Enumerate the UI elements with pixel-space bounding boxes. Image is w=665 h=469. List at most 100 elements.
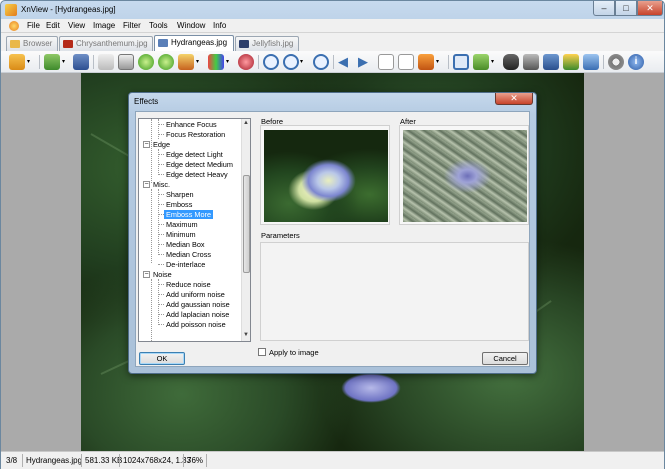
chevron-down-icon[interactable]: ▾ <box>27 54 35 70</box>
tree-group-noise[interactable]: Noise <box>153 270 172 279</box>
scroll-down-icon[interactable]: ▼ <box>243 332 249 338</box>
tree-item[interactable]: Median Box <box>166 240 205 249</box>
status-filename: Hydrangeas.jpg <box>26 456 83 465</box>
tree-item[interactable]: Edge detect Medium <box>166 160 233 169</box>
collapse-toggle[interactable]: − <box>143 271 150 278</box>
zoom-in-icon[interactable] <box>263 54 279 70</box>
print-icon[interactable] <box>523 54 539 70</box>
rotate-left-icon[interactable] <box>138 54 154 70</box>
tree-item[interactable]: Add uniform noise <box>166 290 225 299</box>
menu-filter[interactable]: Filter <box>123 21 141 30</box>
menu-info[interactable]: Info <box>213 21 226 30</box>
chevron-down-icon[interactable]: ▾ <box>436 54 444 70</box>
tree-item[interactable]: Minimum <box>166 230 196 239</box>
dialog-body: Enhance Focus Focus Restoration − Edge E… <box>135 111 530 367</box>
tab-chrysanthemum[interactable]: Chrysanthemum.jpg <box>59 36 153 51</box>
tree-item[interactable]: Median Cross <box>166 250 211 259</box>
crop-icon[interactable] <box>118 54 134 70</box>
first-page-icon[interactable] <box>378 54 394 70</box>
tree-item[interactable]: Edge detect Light <box>166 150 223 159</box>
dialog-close-button[interactable]: ✕ <box>495 93 533 105</box>
tree-scrollbar[interactable]: ▲ ▼ <box>241 119 250 341</box>
collapse-toggle[interactable]: − <box>143 181 150 188</box>
compare-icon[interactable] <box>503 54 519 70</box>
menu-bar: File Edit View Image Filter Tools Window… <box>1 19 664 33</box>
window-title: XnView - [Hydrangeas.jpg] <box>21 5 116 14</box>
status-dimensions: 1024x768x24, 1.33 <box>123 456 192 465</box>
thumbnail-icon <box>63 40 73 48</box>
zoom-icon[interactable] <box>283 54 299 70</box>
status-zoom: 76% <box>187 456 204 465</box>
tab-jellyfish[interactable]: Jellyfish.jpg <box>235 36 299 51</box>
next-icon[interactable]: ▶ <box>358 54 374 70</box>
tree-item[interactable]: Maximum <box>166 220 198 229</box>
tree-item[interactable]: Sharpen <box>166 190 194 199</box>
chevron-down-icon[interactable]: ▾ <box>62 54 70 70</box>
wallpaper-icon[interactable] <box>563 54 579 70</box>
info-icon[interactable]: i <box>628 54 644 70</box>
scroll-up-icon[interactable]: ▲ <box>243 120 249 126</box>
tree-item[interactable]: Add gaussian noise <box>166 300 230 309</box>
tree-item[interactable]: Edge detect Heavy <box>166 170 228 179</box>
tree-item[interactable]: Focus Restoration <box>166 130 225 139</box>
collapse-toggle[interactable]: − <box>143 141 150 148</box>
tree-item[interactable]: Enhance Focus <box>166 120 217 129</box>
document-menu-icon[interactable] <box>9 21 19 31</box>
after-image <box>403 130 527 222</box>
open-icon[interactable] <box>44 54 60 70</box>
print-preview-icon[interactable] <box>98 54 114 70</box>
screen-icon[interactable] <box>543 54 559 70</box>
chevron-down-icon[interactable]: ▾ <box>491 54 499 70</box>
tree-item[interactable]: Add laplacian noise <box>166 310 229 319</box>
tree-item[interactable]: Emboss <box>166 200 192 209</box>
status-filesize: 581.33 KB <box>85 456 123 465</box>
tree-item-selected[interactable]: Emboss More <box>164 210 214 219</box>
chevron-down-icon[interactable]: ▾ <box>300 54 308 70</box>
after-preview <box>399 125 529 225</box>
toolbar: ▾ ▾ ▾ ▾ ▾ ◀ ▶ ▾ ▾ i <box>1 51 664 73</box>
menu-edit[interactable]: Edit <box>46 21 60 30</box>
scroll-thumb[interactable] <box>243 175 250 273</box>
effects-icon[interactable] <box>238 54 254 70</box>
last-page-icon[interactable] <box>398 54 414 70</box>
apply-to-image-checkbox[interactable] <box>258 348 266 356</box>
tree-group-misc[interactable]: Misc. <box>153 180 170 189</box>
maximize-button[interactable]: □ <box>615 1 637 16</box>
multipage-icon[interactable] <box>473 54 489 70</box>
chevron-down-icon[interactable]: ▾ <box>226 54 234 70</box>
menu-view[interactable]: View <box>68 21 85 30</box>
tab-hydrangeas[interactable]: Hydrangeas.jpg <box>154 35 234 51</box>
ok-button[interactable]: OK <box>139 352 185 365</box>
before-image <box>264 130 388 222</box>
parameters-label: Parameters <box>261 231 300 240</box>
slideshow-icon[interactable] <box>418 54 434 70</box>
colors-icon[interactable] <box>208 54 224 70</box>
rotate-right-icon[interactable] <box>158 54 174 70</box>
save-icon[interactable] <box>73 54 89 70</box>
gear-icon[interactable] <box>608 54 624 70</box>
cancel-button[interactable]: Cancel <box>482 352 528 365</box>
thumbnail-icon <box>158 39 168 47</box>
tree-item[interactable]: Add poisson noise <box>166 320 226 329</box>
zoom-out-icon[interactable] <box>313 54 329 70</box>
chevron-down-icon[interactable]: ▾ <box>196 54 204 70</box>
close-button[interactable]: ✕ <box>637 1 663 16</box>
tab-label: Hydrangeas.jpg <box>171 38 228 47</box>
fullscreen-icon[interactable] <box>453 54 469 70</box>
previous-icon[interactable]: ◀ <box>338 54 354 70</box>
tab-browser[interactable]: Browser <box>6 36 58 51</box>
menu-window[interactable]: Window <box>177 21 205 30</box>
menu-file[interactable]: File <box>27 21 40 30</box>
menu-image[interactable]: Image <box>93 21 115 30</box>
tab-label: Browser <box>23 39 53 48</box>
browse-icon[interactable] <box>9 54 25 70</box>
title-bar[interactable]: XnView - [Hydrangeas.jpg] – □ ✕ <box>1 1 664 19</box>
tree-item[interactable]: De-interlace <box>166 260 205 269</box>
tree-item[interactable]: Reduce noise <box>166 280 211 289</box>
adjust-icon[interactable] <box>178 54 194 70</box>
capture-icon[interactable] <box>583 54 599 70</box>
menu-tools[interactable]: Tools <box>149 21 168 30</box>
minimize-button[interactable]: – <box>593 1 615 16</box>
tree-group-edge[interactable]: Edge <box>153 140 170 149</box>
status-index: 3/8 <box>6 456 18 465</box>
